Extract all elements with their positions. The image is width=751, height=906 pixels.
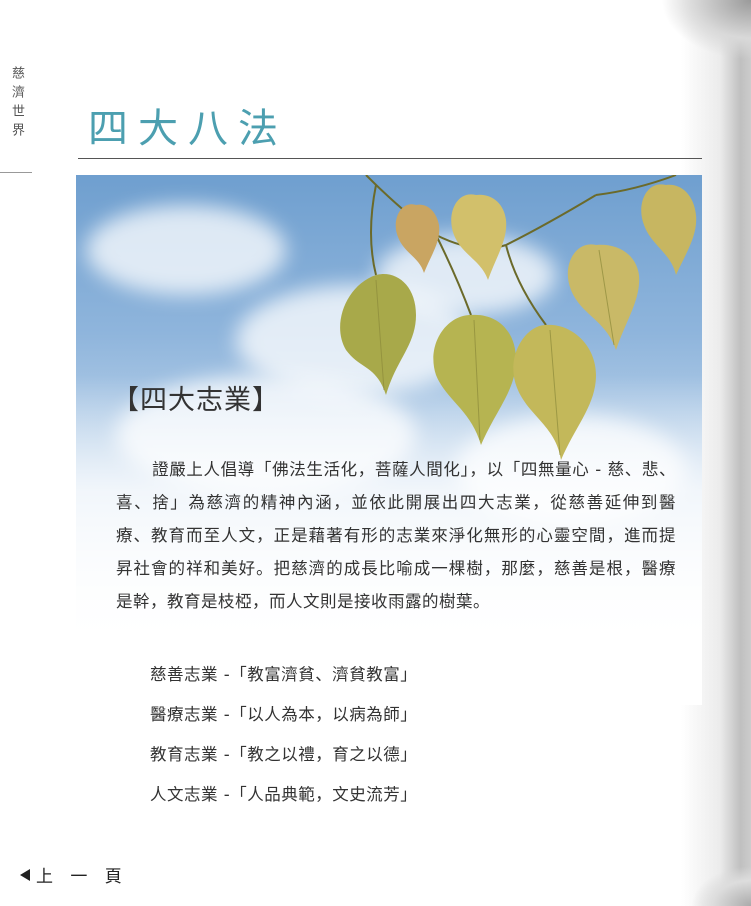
list-item: 慈善志業 -「教富濟貧、濟貧教富」 [150, 665, 418, 684]
page-title: 四大八法 [88, 106, 288, 152]
side-tab-label: 慈濟世界 [9, 66, 24, 142]
list-item: 醫療志業 -「以人為本，以病為師」 [150, 705, 418, 724]
side-tab-divider [0, 172, 32, 173]
section-paragraph: 證嚴上人倡導「佛法生活化，菩薩人間化」，以「四無量心 - 慈、悲、喜、捨」為慈濟… [116, 453, 676, 618]
hero-image [76, 175, 702, 705]
list-item: 人文志業 -「人品典範，文史流芳」 [150, 785, 418, 804]
prev-page-label: 上 一 頁 [36, 867, 128, 887]
section-title: 【四大志業】 [112, 385, 280, 416]
page-curl-top [661, 0, 751, 60]
left-arrow-icon [20, 868, 30, 881]
list-item: 教育志業 -「教之以禮，育之以德」 [150, 745, 418, 764]
mission-list: 慈善志業 -「教富濟貧、濟貧教富」 醫療志業 -「以人為本，以病為師」 教育志業… [150, 655, 417, 815]
title-divider [78, 158, 702, 159]
prev-page-button[interactable]: 上 一 頁 [20, 862, 128, 887]
paragraph-text: 證嚴上人倡導「佛法生活化，菩薩人間化」，以「四無量心 - 慈、悲、喜、捨」為慈濟… [116, 460, 676, 611]
bodhi-leaves-illustration [340, 175, 697, 460]
page-curl-bottom [691, 866, 751, 906]
